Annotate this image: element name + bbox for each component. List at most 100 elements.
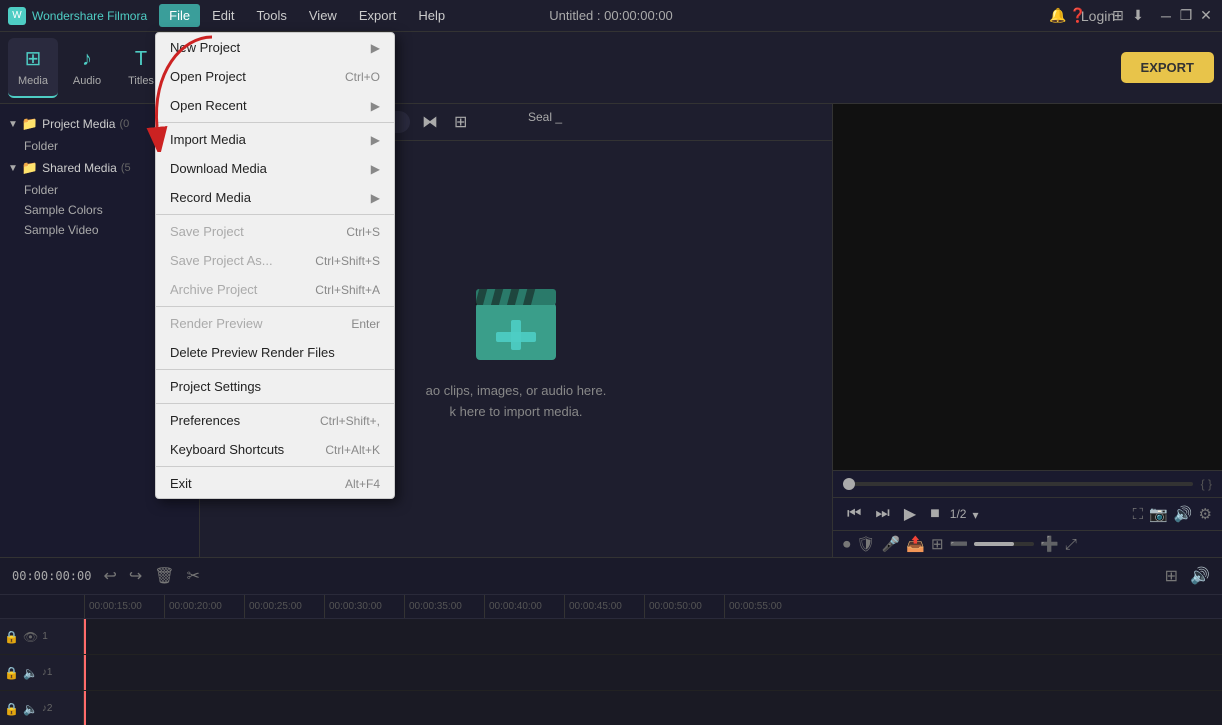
track-lock-icon[interactable]: 🔒 bbox=[4, 630, 19, 644]
minimize-button[interactable]: ─ bbox=[1158, 8, 1174, 24]
menu-help[interactable]: Help bbox=[408, 4, 455, 27]
play-button[interactable]: ▶ bbox=[900, 502, 920, 526]
fullscreen-icon[interactable]: ⛶ bbox=[1133, 506, 1144, 523]
audio2-lock-icon[interactable]: 🔒 bbox=[4, 702, 19, 716]
menu-download-media[interactable]: Download Media ▶ bbox=[156, 154, 394, 183]
volume-slider[interactable] bbox=[974, 542, 1034, 546]
menu-export[interactable]: Export bbox=[349, 4, 407, 27]
settings-icon[interactable]: ⚙ bbox=[1199, 505, 1212, 523]
import-line2: k here to import media. bbox=[426, 402, 607, 423]
menu-archive-project: Archive Project Ctrl+Shift+A bbox=[156, 275, 394, 304]
menu-keyboard-shortcuts[interactable]: Keyboard Shortcuts Ctrl+Alt+K bbox=[156, 435, 394, 464]
track-needle bbox=[84, 619, 86, 654]
download-icon[interactable]: ⬇ bbox=[1130, 8, 1146, 24]
menu-edit[interactable]: Edit bbox=[202, 4, 244, 27]
project-folder-label: Folder bbox=[24, 139, 58, 153]
export2-icon[interactable]: 📤 bbox=[906, 535, 925, 553]
redo-icon[interactable]: ↪ bbox=[127, 564, 144, 588]
exit-shortcut: Alt+F4 bbox=[345, 477, 380, 491]
timeline: 00:00:00:00 ↩ ↪ 🗑 ✂ ⊞ 🔊 00:00:15:00 00:0… bbox=[0, 557, 1222, 725]
ruler-tick-7: 00:00:45:00 bbox=[564, 595, 644, 618]
shield-icon[interactable]: 🛡 bbox=[857, 535, 876, 553]
audio-track-2-header: 🔒 🔈 ♪2 bbox=[0, 691, 84, 725]
menu-view[interactable]: View bbox=[299, 4, 347, 27]
shared-folder-icon: 📁 bbox=[22, 160, 38, 176]
menu-preferences[interactable]: Preferences Ctrl+Shift+, bbox=[156, 406, 394, 435]
add-media-track-icon[interactable]: ⊞ bbox=[1163, 564, 1180, 588]
shared-folder-label: Folder bbox=[24, 183, 58, 197]
import-text: ao clips, images, or audio here. k here … bbox=[426, 381, 607, 423]
timecode-ruler: 00:00:15:00 00:00:20:00 00:00:25:00 00:0… bbox=[0, 595, 1222, 619]
ruler-tick-4: 00:00:30:00 bbox=[324, 595, 404, 618]
menu-render-preview: Render Preview Enter bbox=[156, 309, 394, 338]
menu-file[interactable]: File bbox=[159, 4, 200, 27]
open-recent-arrow: ▶ bbox=[371, 99, 380, 113]
mic-icon[interactable]: 🎤 bbox=[882, 535, 901, 553]
volume-icon[interactable]: 🔊 bbox=[1174, 505, 1193, 523]
skip-back-button[interactable]: ⏮ bbox=[843, 503, 865, 525]
record-media-arrow: ▶ bbox=[371, 191, 380, 205]
filter-icon[interactable]: ⧓ bbox=[418, 110, 442, 134]
audio2-mute-icon[interactable]: 🔈 bbox=[23, 702, 38, 716]
title-bar: W Wondershare Filmora File Edit Tools Vi… bbox=[0, 0, 1222, 32]
close-button[interactable]: ✕ bbox=[1198, 8, 1214, 24]
notification-icon[interactable]: 🔔 bbox=[1050, 8, 1066, 24]
ruler-tick-1: 00:00:15:00 bbox=[84, 595, 164, 618]
undo-icon[interactable]: ↩ bbox=[101, 564, 118, 588]
export-button[interactable]: EXPORT bbox=[1121, 52, 1214, 83]
audio-track-1: 🔒 🔈 ♪1 bbox=[0, 655, 1222, 691]
audio-mute-icon[interactable]: 🔈 bbox=[23, 666, 38, 680]
audio-label: Audio bbox=[73, 75, 101, 87]
login-button[interactable]: Login bbox=[1090, 8, 1106, 24]
download-media-arrow: ▶ bbox=[371, 162, 380, 176]
resize-icon[interactable]: ⤢ bbox=[1065, 536, 1077, 553]
separator-4 bbox=[156, 369, 394, 370]
menu-open-project[interactable]: Open Project Ctrl+O bbox=[156, 62, 394, 91]
exit-label: Exit bbox=[170, 476, 192, 491]
snapshot-icon[interactable]: 📷 bbox=[1149, 505, 1168, 523]
media-icon: ⊞ bbox=[25, 46, 42, 71]
menu-record-media[interactable]: Record Media ▶ bbox=[156, 183, 394, 212]
media-label: Media bbox=[18, 75, 48, 87]
separator-3 bbox=[156, 306, 394, 307]
grid-icon[interactable]: ⊞ bbox=[450, 110, 471, 134]
menu-new-project[interactable]: New Project ▶ bbox=[156, 33, 394, 62]
record-media-label: Record Media bbox=[170, 190, 251, 205]
project-settings-label: Project Settings bbox=[170, 379, 261, 394]
open-project-shortcut: Ctrl+O bbox=[345, 70, 380, 84]
toolbar-media[interactable]: ⊞ Media bbox=[8, 38, 58, 98]
add-audio-track-icon[interactable]: 🔊 bbox=[1188, 564, 1212, 588]
save-project-shortcut: Ctrl+S bbox=[346, 225, 380, 239]
app-logo-icon: W bbox=[8, 7, 26, 25]
menu-project-settings[interactable]: Project Settings bbox=[156, 372, 394, 401]
page-dropdown[interactable]: ▾ bbox=[972, 507, 978, 522]
menu-tools[interactable]: Tools bbox=[247, 4, 297, 27]
plus-circle-icon[interactable]: ➕ bbox=[1040, 535, 1059, 553]
menu-delete-preview[interactable]: Delete Preview Render Files bbox=[156, 338, 394, 367]
cut-icon[interactable]: ✂ bbox=[185, 564, 202, 588]
window-title: Untitled : 00:00:00:00 bbox=[549, 8, 673, 23]
file-dropdown-menu: New Project ▶ Open Project Ctrl+O Open R… bbox=[155, 32, 395, 499]
video-track-1: 🔒 👁 1 bbox=[0, 619, 1222, 655]
menu-open-recent[interactable]: Open Recent ▶ bbox=[156, 91, 394, 120]
bookmark-icon[interactable]: ⊞ bbox=[1110, 8, 1126, 24]
ruler-tick-9: 00:00:55:00 bbox=[724, 595, 804, 618]
frame-back-button[interactable]: ⏭ bbox=[871, 503, 893, 525]
record-icon[interactable]: ⏺ bbox=[843, 536, 851, 553]
track-eye-icon[interactable]: 👁 bbox=[23, 630, 38, 644]
playback-handle[interactable] bbox=[843, 478, 855, 490]
menu-import-media[interactable]: Import Media ▶ bbox=[156, 125, 394, 154]
delete-icon[interactable]: 🗑 bbox=[152, 564, 176, 588]
restore-button[interactable]: ❐ bbox=[1178, 8, 1194, 24]
audio-lock-icon[interactable]: 🔒 bbox=[4, 666, 19, 680]
stop-button[interactable]: ■ bbox=[926, 503, 944, 525]
separator-2 bbox=[156, 214, 394, 215]
minus-circle-icon[interactable]: ➖ bbox=[950, 535, 969, 553]
timeline-time-display: 00:00:00:00 bbox=[10, 567, 93, 585]
toolbar-audio[interactable]: ♪ Audio bbox=[62, 38, 112, 98]
ruler-tick-2: 00:00:20:00 bbox=[164, 595, 244, 618]
grid2-icon[interactable]: ⊞ bbox=[931, 535, 944, 553]
playback-progress-bar[interactable] bbox=[843, 482, 1193, 486]
menu-exit[interactable]: Exit Alt+F4 bbox=[156, 469, 394, 498]
project-media-count: (0 bbox=[119, 118, 129, 130]
